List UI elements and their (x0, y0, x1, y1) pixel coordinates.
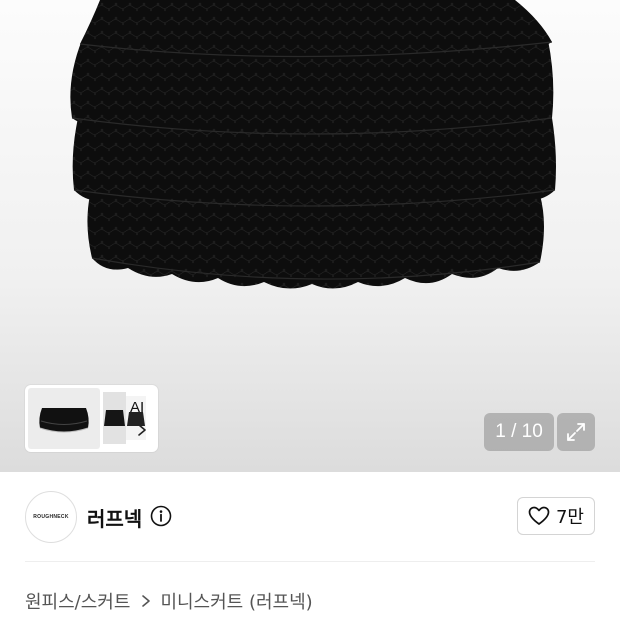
divider (25, 561, 595, 562)
info-icon[interactable] (150, 505, 172, 527)
heart-icon (528, 506, 550, 525)
expand-icon (567, 423, 585, 441)
breadcrumb: 원피스/스커트 미니스커트 (러프넥) (25, 588, 313, 614)
product-image[interactable]: AI 1 / 10 (0, 0, 620, 472)
like-button[interactable]: 7만 (517, 497, 595, 535)
thumbnail-2[interactable] (103, 392, 126, 444)
thumbnail-strip[interactable]: AI (25, 385, 158, 452)
chevron-right-icon[interactable] (135, 423, 149, 437)
brand-logo[interactable]: ROUGHNECK (25, 491, 77, 543)
thumbnail-1[interactable] (28, 388, 100, 449)
image-counter: 1 / 10 (484, 413, 554, 451)
chevron-right-icon (142, 595, 151, 607)
like-count: 7만 (555, 507, 584, 528)
ai-label[interactable]: AI (130, 399, 144, 416)
brand-name[interactable]: 러프넥 (87, 503, 142, 532)
breadcrumb-subcategory[interactable]: 미니스커트 (러프넥) (160, 588, 312, 614)
expand-button[interactable] (557, 413, 595, 451)
breadcrumb-category[interactable]: 원피스/스커트 (25, 588, 130, 614)
